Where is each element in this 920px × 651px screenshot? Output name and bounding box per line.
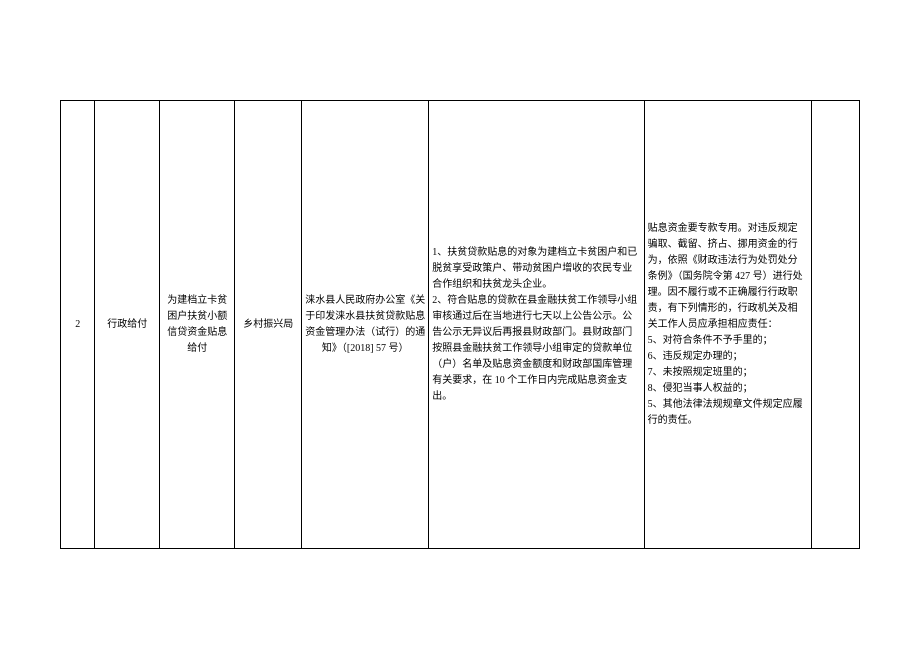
table-row: 2 行政给付 为建档立卡贫困户扶贫小额信贷资金贴息给付 乡村振兴局 涞水县人民政… xyxy=(61,101,860,549)
data-table: 2 行政给付 为建档立卡贫困户扶贫小额信贷资金贴息给付 乡村振兴局 涞水县人民政… xyxy=(60,100,860,549)
document-page: 2 行政给付 为建档立卡贫困户扶贫小额信贷资金贴息给付 乡村振兴局 涞水县人民政… xyxy=(0,0,920,609)
cell-dept: 乡村振兴局 xyxy=(235,101,302,549)
cell-responsibility: 贴息资金要专款专用。对违反规定骗取、截留、挤占、挪用资金的行为，依照《财政违法行… xyxy=(644,101,811,549)
cell-type: 行政给付 xyxy=(95,101,160,549)
cell-name: 为建档立卡贫困户扶贫小额信贷资金贴息给付 xyxy=(160,101,235,549)
cell-basis: 涞水县人民政府办公室《关于印发涞水县扶贫贷款贴息资金管理办法（试行）的通知》（[… xyxy=(302,101,429,549)
cell-process: 1、扶贫贷款贴息的对象为建档立卡贫困户和已脱贫享受政策户、带动贫困户增收的农民专… xyxy=(429,101,644,549)
cell-index: 2 xyxy=(61,101,95,549)
cell-remark xyxy=(811,101,860,549)
